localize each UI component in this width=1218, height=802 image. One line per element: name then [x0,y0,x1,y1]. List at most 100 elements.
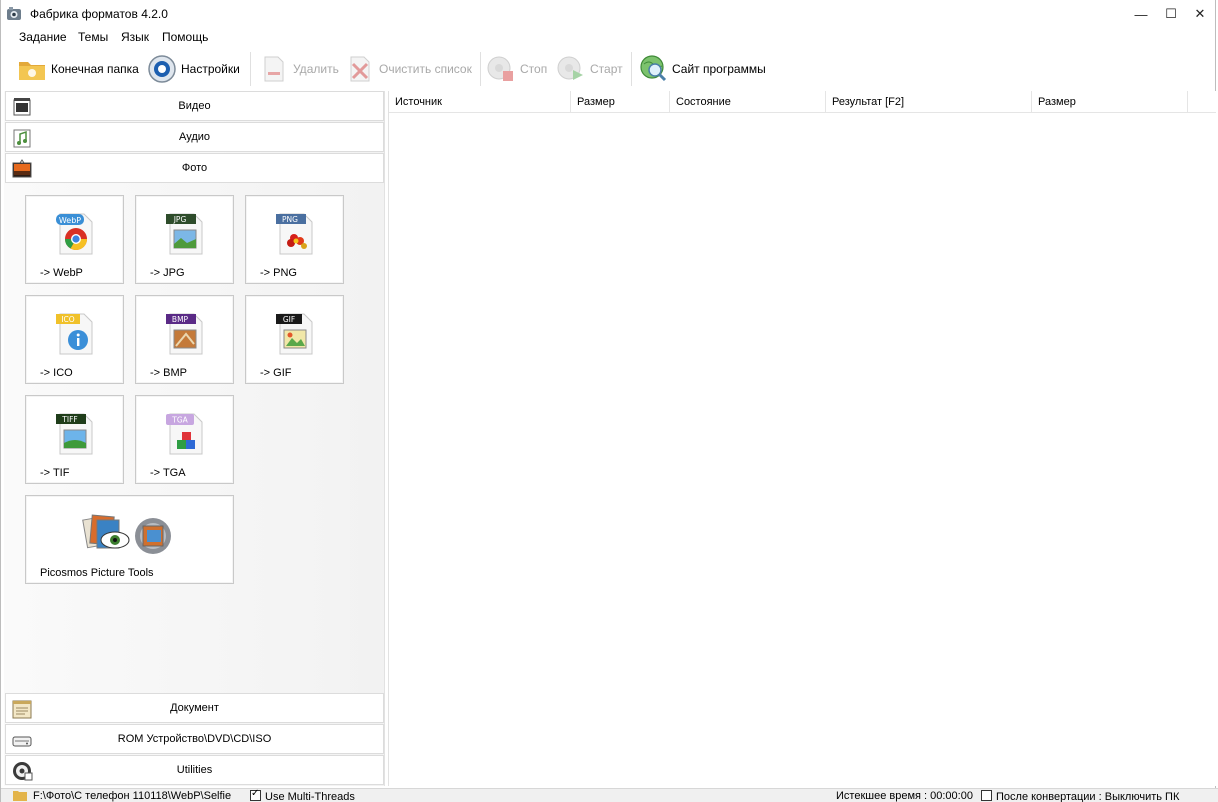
multithreads-label: Use Multi-Threads [265,791,355,802]
maximize-icon: ☐ [1165,6,1177,21]
stop-label: Стоп [520,62,548,76]
format-tile-webp[interactable]: WebP -> WebP [25,195,124,284]
format-tile-label: -> GIF [260,367,292,379]
output-folder-button[interactable]: Конечная папка [17,51,139,87]
stop-button[interactable]: Стоп [486,51,547,87]
music-note-icon [13,129,31,148]
app-window: Фабрика форматов 4.2.0 — ☐ ✕ Задание Тем… [0,0,1218,802]
clear-list-button[interactable]: Очистить список [345,51,472,87]
svg-text:PNG: PNG [282,215,298,224]
format-tile-label: -> TIF [40,467,70,479]
format-tile-gif[interactable]: GIF -> GIF [245,295,344,384]
format-tile-label: -> JPG [150,267,185,279]
ico-file-icon: ICO [56,313,93,355]
checkbox-unchecked-icon [981,790,992,801]
settings-button[interactable]: Настройки [147,51,240,87]
picosmos-tools-label: Picosmos Picture Tools [40,567,154,579]
file-list[interactable]: Источник Размер Состояние Результат [F2]… [388,91,1216,786]
format-tile-png[interactable]: PNG -> PNG [245,195,344,284]
output-folder-label: Конечная папка [51,62,139,76]
category-utilities-label: Utilities [176,764,213,776]
start-button[interactable]: Старт [556,51,623,87]
format-tile-label: -> BMP [150,367,187,379]
elapsed-time: Истекшее время : 00:00:00 [836,790,973,802]
bmp-file-icon: BMP [166,313,203,355]
globe-search-icon [640,55,667,82]
category-audio-label: Аудио [178,131,211,143]
category-video-label: Видео [178,100,211,112]
menu-bar: Задание Темы Язык Помощь [1,28,1215,46]
category-photo[interactable]: Фото [5,153,384,183]
category-rom-dvd-cd-iso[interactable]: ROM Устройство\DVD\CD\ISO [5,724,384,754]
column-result-label: Результат [F2] [832,96,905,108]
category-video[interactable]: Видео [5,91,384,121]
after-conversion-label: После конвертации : Выключить ПК [996,791,1180,802]
svg-text:GIF: GIF [283,315,295,324]
checkbox-checked-icon [250,788,261,801]
format-tile-tga[interactable]: TGA -> TGA [135,395,234,484]
close-button[interactable]: ✕ [1185,0,1215,28]
status-bar: F:\Фото\С телефон 110118\WebP\Selfie Use… [1,788,1218,802]
minimize-button[interactable]: — [1126,0,1156,28]
category-document-label: Документ [170,702,219,714]
category-panel: Видео Аудио Фото WebP -> WebP JPG -> JPG… [4,91,385,786]
format-tile-ico[interactable]: ICO -> ICO [25,295,124,384]
menu-themes[interactable]: Темы [78,30,108,44]
start-label: Старт [590,62,623,76]
clear-list-icon [350,56,370,82]
output-path[interactable]: F:\Фото\С телефон 110118\WebP\Selfie [33,790,231,802]
window-title: Фабрика форматов 4.2.0 [30,7,168,21]
format-tile-jpg[interactable]: JPG -> JPG [135,195,234,284]
after-conversion-checkbox[interactable]: После конвертации : Выключить ПК [981,790,1179,802]
webp-file-icon: WebP [56,213,93,255]
menu-task[interactable]: Задание [19,30,67,44]
document-icon [12,700,32,719]
folder-icon [13,791,27,801]
picosmos-icon [82,514,171,554]
settings-icon [148,55,176,83]
remove-label: Удалить [293,62,339,76]
clear-list-label: Очистить список [379,62,472,76]
maximize-button[interactable]: ☐ [1156,0,1186,28]
column-source-label: Источник [395,96,442,108]
tiff-file-icon: TIFF [56,413,93,455]
column-source[interactable]: Источник [389,91,571,113]
svg-text:TGA: TGA [171,416,188,425]
menu-help[interactable]: Помощь [162,30,208,44]
toolbar-separator [480,52,481,86]
menu-language[interactable]: Язык [121,30,149,44]
column-status-label: Состояние [676,96,731,108]
remove-document-icon [264,56,284,82]
category-document[interactable]: Документ [5,693,384,723]
category-photo-label: Фото [181,162,208,174]
picosmos-tools-tile[interactable]: Picosmos Picture Tools [25,495,234,584]
remove-button[interactable]: Удалить [259,51,339,87]
multithreads-checkbox[interactable]: Use Multi-Threads [250,788,355,802]
jpg-file-icon: JPG [166,213,203,255]
disc-drive-icon [12,736,32,747]
column-status[interactable]: Состояние [670,91,826,113]
format-tile-bmp[interactable]: BMP -> BMP [135,295,234,384]
toolbar-separator [631,52,632,86]
format-tile-label: -> WebP [40,267,83,279]
settings-label: Настройки [181,62,240,76]
svg-text:BMP: BMP [172,315,189,324]
utilities-icon [13,762,33,781]
png-file-icon: PNG [276,213,313,255]
svg-text:JPG: JPG [173,215,187,224]
website-button[interactable]: Сайт программы [638,51,766,87]
format-tile-tif[interactable]: TIFF -> TIF [25,395,124,484]
column-result[interactable]: Результат [F2] [826,91,1032,113]
photo-icon [12,159,32,178]
stop-icon [487,56,513,81]
svg-text:ICO: ICO [61,315,74,324]
toolbar-separator [250,52,251,86]
category-audio[interactable]: Аудио [5,122,384,152]
column-size[interactable]: Размер [571,91,670,113]
toolbar: Конечная папка Настройки Удалить Очистит… [1,48,1215,90]
column-output-size[interactable]: Размер [1032,91,1188,113]
category-utilities[interactable]: Utilities [5,755,384,785]
format-tile-label: -> PNG [260,267,297,279]
column-size-label: Размер [577,96,615,108]
svg-text:WebP: WebP [59,216,81,225]
